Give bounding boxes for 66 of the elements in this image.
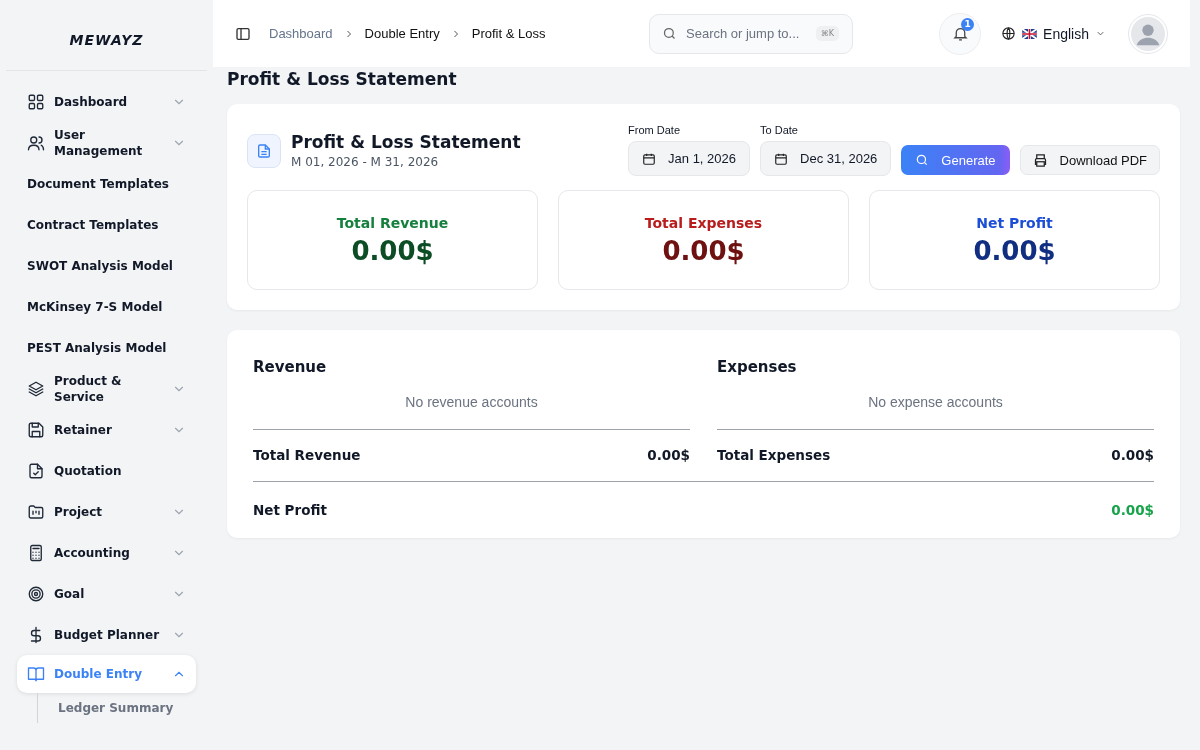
sidebar-item[interactable]: McKinsey 7-S Model xyxy=(17,286,196,327)
breadcrumb-link[interactable]: Profit & Loss xyxy=(471,26,546,41)
logo: MEWAYZ xyxy=(68,32,145,50)
total-label: Total Expenses xyxy=(717,447,831,463)
download-pdf-button[interactable]: Download PDF xyxy=(1019,145,1160,175)
date-label: From Date xyxy=(628,124,682,136)
calendar-icon xyxy=(774,151,788,166)
sidebar-item[interactable]: Accounting xyxy=(17,532,196,573)
sidebar-item[interactable]: Double Entry xyxy=(17,655,196,693)
date-picker[interactable]: Jan 1, 2026 xyxy=(628,141,750,176)
date-picker[interactable]: Dec 31, 2026 xyxy=(760,141,892,176)
section-title: Revenue xyxy=(253,358,328,376)
breadcrumb-link[interactable]: Dashboard xyxy=(269,26,333,41)
summary-title: Total Expenses xyxy=(644,214,763,231)
sidebar-item[interactable]: SWOT Analysis Model xyxy=(17,245,196,286)
sidebar-toggle-icon[interactable] xyxy=(235,25,251,42)
empty-message: No expense accounts xyxy=(867,394,1004,410)
folder-icon xyxy=(27,502,45,521)
summary-value: 0.00$ xyxy=(662,235,745,266)
notification-count: 1 xyxy=(961,17,975,31)
notification-button[interactable]: 1 xyxy=(939,12,982,55)
net-profit-value: 0.00$ xyxy=(1111,502,1154,518)
report-title: Profit & Loss Statement xyxy=(291,132,522,152)
flag-icon xyxy=(1022,28,1038,39)
date-label: To Date xyxy=(760,124,799,136)
calculator-icon xyxy=(27,543,45,562)
sidebar-item[interactable]: Dashboard xyxy=(17,81,196,122)
total-value: 0.00$ xyxy=(1111,447,1154,463)
page-title: Profit & Loss Statement xyxy=(227,69,458,89)
summary-value: 0.00$ xyxy=(973,235,1056,266)
users-icon xyxy=(27,133,45,152)
summary-title: Net Profit xyxy=(976,214,1053,231)
book-icon xyxy=(27,665,45,683)
calendar-icon xyxy=(642,151,657,166)
sidebar-item[interactable]: PEST Analysis Model xyxy=(17,327,196,368)
sidebar-item[interactable]: Quotation xyxy=(17,450,196,491)
bell-icon xyxy=(951,25,969,42)
total-label: Total Revenue xyxy=(253,447,361,463)
document-icon xyxy=(27,461,45,480)
summary-title: Total Revenue xyxy=(336,214,449,231)
user-icon xyxy=(1131,16,1165,51)
grid-icon xyxy=(27,92,45,111)
net-profit-label: Net Profit xyxy=(253,502,327,518)
sidebar-item[interactable]: Product & Service xyxy=(17,368,196,409)
sidebar-item[interactable]: User Management xyxy=(17,122,196,163)
breadcrumb-link[interactable]: Double Entry xyxy=(364,26,440,41)
sidebar-item[interactable]: Document Templates xyxy=(17,163,196,204)
sidebar-item[interactable]: Retainer xyxy=(17,409,196,450)
sidebar-item[interactable]: Budget Planner xyxy=(17,614,196,655)
total-value: 0.00$ xyxy=(647,447,690,463)
printer-icon xyxy=(1032,152,1048,168)
generate-button[interactable]: Generate xyxy=(901,145,1010,175)
sidebar-item[interactable]: Contract Templates xyxy=(17,204,196,245)
section-title: Expenses xyxy=(717,358,798,376)
target-icon xyxy=(27,584,45,603)
sidebar-subitem[interactable]: Ledger Summary xyxy=(58,701,196,715)
sidebar-item[interactable]: Goal xyxy=(17,573,196,614)
language-selector[interactable]: English xyxy=(1001,25,1106,42)
document-icon xyxy=(247,134,281,168)
report-period: M 01, 2026 - M 31, 2026 xyxy=(291,155,440,169)
empty-message: No revenue accounts xyxy=(404,394,539,410)
sidebar-item[interactable]: Project xyxy=(17,491,196,532)
globe-icon xyxy=(1001,26,1017,41)
search-icon xyxy=(915,153,930,167)
layers-icon xyxy=(27,379,45,398)
summary-value: 0.00$ xyxy=(351,235,434,266)
